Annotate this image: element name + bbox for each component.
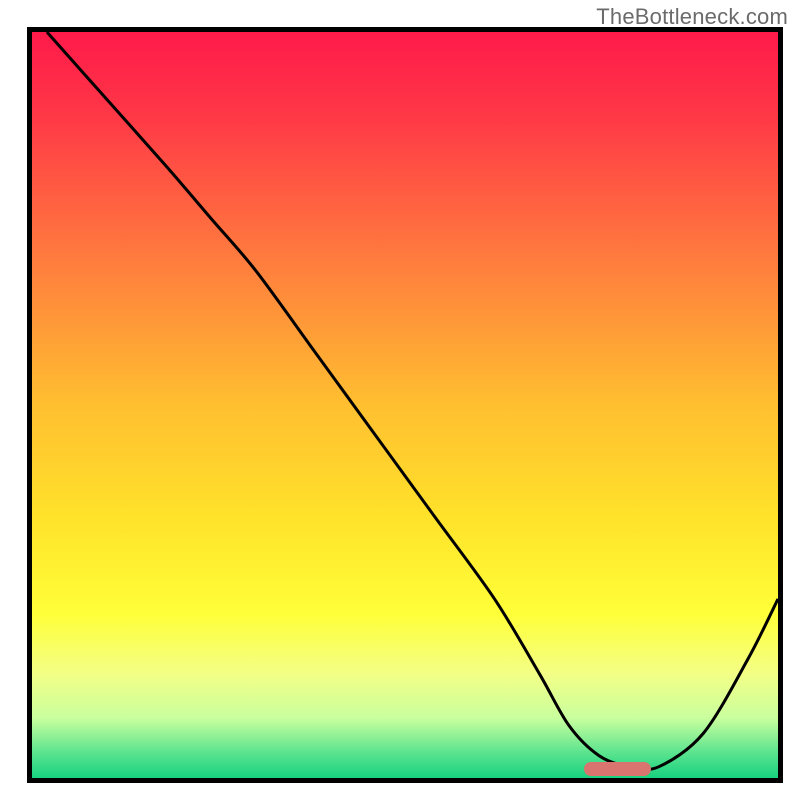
optimal-range-marker xyxy=(584,762,651,776)
plot-frame xyxy=(27,27,783,783)
chart-svg xyxy=(32,32,778,778)
chart-container: TheBottleneck.com xyxy=(0,0,800,800)
gradient-background xyxy=(32,32,778,778)
plot-area xyxy=(32,32,778,778)
